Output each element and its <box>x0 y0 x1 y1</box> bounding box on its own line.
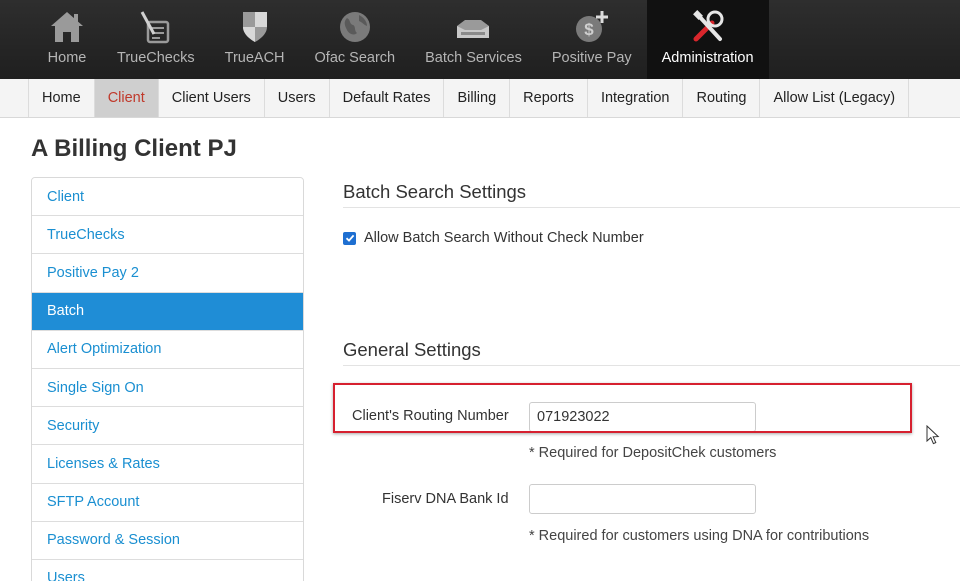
general-settings-heading: General Settings <box>343 339 481 360</box>
settings-sidebar: Client TrueChecks Positive Pay 2 Batch A… <box>31 177 304 581</box>
topnav-batch-services-label: Batch Services <box>425 50 522 66</box>
topnav-ofac-search[interactable]: Ofac Search <box>300 0 411 79</box>
topnav-batch-services[interactable]: Batch Services <box>410 0 537 79</box>
batch-search-divider <box>343 207 960 208</box>
check-pen-icon <box>136 8 176 46</box>
topnav-home[interactable]: Home <box>32 0 102 79</box>
checkmark-icon <box>345 234 354 242</box>
sidebar-item-client[interactable]: Client <box>32 178 303 217</box>
subnav-client[interactable]: Client <box>94 79 159 117</box>
sub-nav: Home Client Client Users Users Default R… <box>0 79 960 118</box>
subnav-client-users[interactable]: Client Users <box>159 79 265 117</box>
topnav-positive-pay[interactable]: $ Positive Pay <box>537 0 647 79</box>
batch-search-settings-heading: Batch Search Settings <box>343 181 527 202</box>
subnav-billing[interactable]: Billing <box>444 79 511 117</box>
topnav-trueach-label: TrueACH <box>224 50 285 66</box>
sidebar-item-users[interactable]: Users <box>32 559 303 581</box>
sidebar-item-password-session[interactable]: Password & Session <box>32 521 303 560</box>
allow-batch-search-label: Allow Batch Search Without Check Number <box>364 230 644 246</box>
sidebar-item-positive-pay-2[interactable]: Positive Pay 2 <box>32 254 303 293</box>
sidebar-item-sftp-account[interactable]: SFTP Account <box>32 483 303 522</box>
fiserv-dna-bank-id-input[interactable] <box>529 484 756 514</box>
subnav-routing[interactable]: Routing <box>683 79 761 117</box>
sidebar-item-security[interactable]: Security <box>32 407 303 446</box>
globe-icon <box>335 8 375 46</box>
topnav-positive-pay-label: Positive Pay <box>551 50 632 66</box>
tools-icon <box>688 8 728 46</box>
home-icon <box>47 8 87 46</box>
tray-icon <box>453 8 493 46</box>
topnav-administration-label: Administration <box>661 50 754 66</box>
allow-batch-search-checkbox[interactable] <box>343 231 356 245</box>
general-settings-divider <box>343 365 960 366</box>
subnav-home[interactable]: Home <box>28 79 95 117</box>
subnav-allow-list-legacy[interactable]: Allow List (Legacy) <box>760 79 910 117</box>
page-title: A Billing Client PJ <box>31 135 237 162</box>
subnav-users[interactable]: Users <box>265 79 330 117</box>
sidebar-item-truechecks[interactable]: TrueChecks <box>32 216 303 255</box>
subnav-integration[interactable]: Integration <box>588 79 684 117</box>
routing-number-help: * Required for DepositChek customers <box>529 445 777 461</box>
sidebar-item-alert-optimization[interactable]: Alert Optimization <box>32 330 303 369</box>
subnav-reports[interactable]: Reports <box>510 79 588 117</box>
sidebar-item-licenses-rates[interactable]: Licenses & Rates <box>32 445 303 484</box>
sidebar-item-single-sign-on[interactable]: Single Sign On <box>32 368 303 408</box>
subnav-default-rates[interactable]: Default Rates <box>330 79 445 117</box>
svg-text:$: $ <box>584 20 594 39</box>
fiserv-dna-bank-id-help: * Required for customers using DNA for c… <box>529 528 870 544</box>
topnav-truechecks-label: TrueChecks <box>117 50 195 66</box>
top-nav: Home TrueChecks TrueACH Ofac Search Batc… <box>0 0 960 79</box>
mouse-cursor-icon <box>926 424 940 450</box>
shield-icon <box>235 8 275 46</box>
money-plus-icon: $ <box>572 8 612 46</box>
topnav-truechecks[interactable]: TrueChecks <box>102 0 210 79</box>
topnav-ofac-search-label: Ofac Search <box>314 50 396 66</box>
topnav-administration[interactable]: Administration <box>646 0 769 79</box>
fiserv-dna-bank-id-label: Fiserv DNA Bank Id <box>382 491 509 507</box>
allow-batch-search-row: Allow Batch Search Without Check Number <box>343 230 644 246</box>
sidebar-item-batch[interactable]: Batch <box>32 292 303 331</box>
topnav-home-label: Home <box>47 50 87 66</box>
topnav-trueach[interactable]: TrueACH <box>210 0 300 79</box>
routing-number-highlight <box>333 383 912 433</box>
